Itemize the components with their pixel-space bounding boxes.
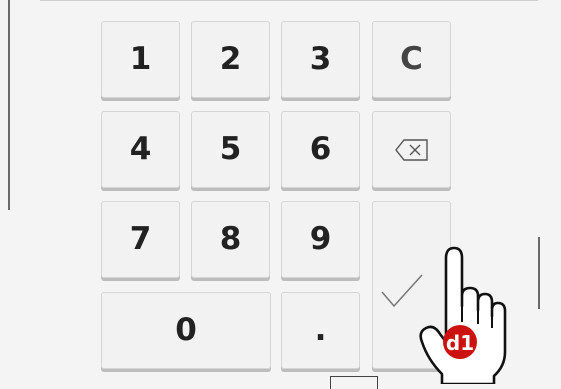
key-8-label: 8: [219, 221, 242, 257]
decimal-point-button[interactable]: .: [281, 292, 360, 369]
key-4-label: 4: [129, 131, 152, 167]
key-9-label: 9: [309, 221, 332, 257]
confirm-button[interactable]: [372, 201, 451, 369]
decimal-point-label: .: [314, 312, 327, 348]
key-0[interactable]: 0: [101, 292, 271, 369]
key-7-label: 7: [129, 221, 152, 257]
key-4[interactable]: 4: [101, 111, 180, 188]
key-2[interactable]: 2: [191, 21, 270, 98]
clear-button-label: C: [400, 41, 423, 77]
key-5[interactable]: 5: [191, 111, 270, 188]
frame-top-divider: [40, 0, 538, 1]
key-2-label: 2: [219, 41, 242, 77]
key-9[interactable]: 9: [281, 201, 360, 278]
key-6[interactable]: 6: [281, 111, 360, 188]
key-3[interactable]: 3: [281, 21, 360, 98]
numeric-keypad-screen: 1 2 3 C 4 5 6 7 8 9 0 . d1: [0, 0, 561, 389]
key-7[interactable]: 7: [101, 201, 180, 278]
clear-button[interactable]: C: [372, 21, 451, 98]
frame-left-edge: [8, 0, 10, 210]
frame-right-edge: [538, 237, 540, 309]
key-0-label: 0: [175, 312, 197, 348]
backspace-button[interactable]: [372, 111, 451, 188]
key-1[interactable]: 1: [101, 21, 180, 98]
bottom-tab-edge: [330, 376, 378, 389]
key-5-label: 5: [219, 131, 242, 167]
backspace-icon: [394, 138, 428, 161]
key-3-label: 3: [309, 41, 332, 77]
key-1-label: 1: [129, 41, 152, 77]
key-8[interactable]: 8: [191, 201, 270, 278]
checkmark-icon: [380, 274, 423, 308]
key-6-label: 6: [309, 131, 332, 167]
